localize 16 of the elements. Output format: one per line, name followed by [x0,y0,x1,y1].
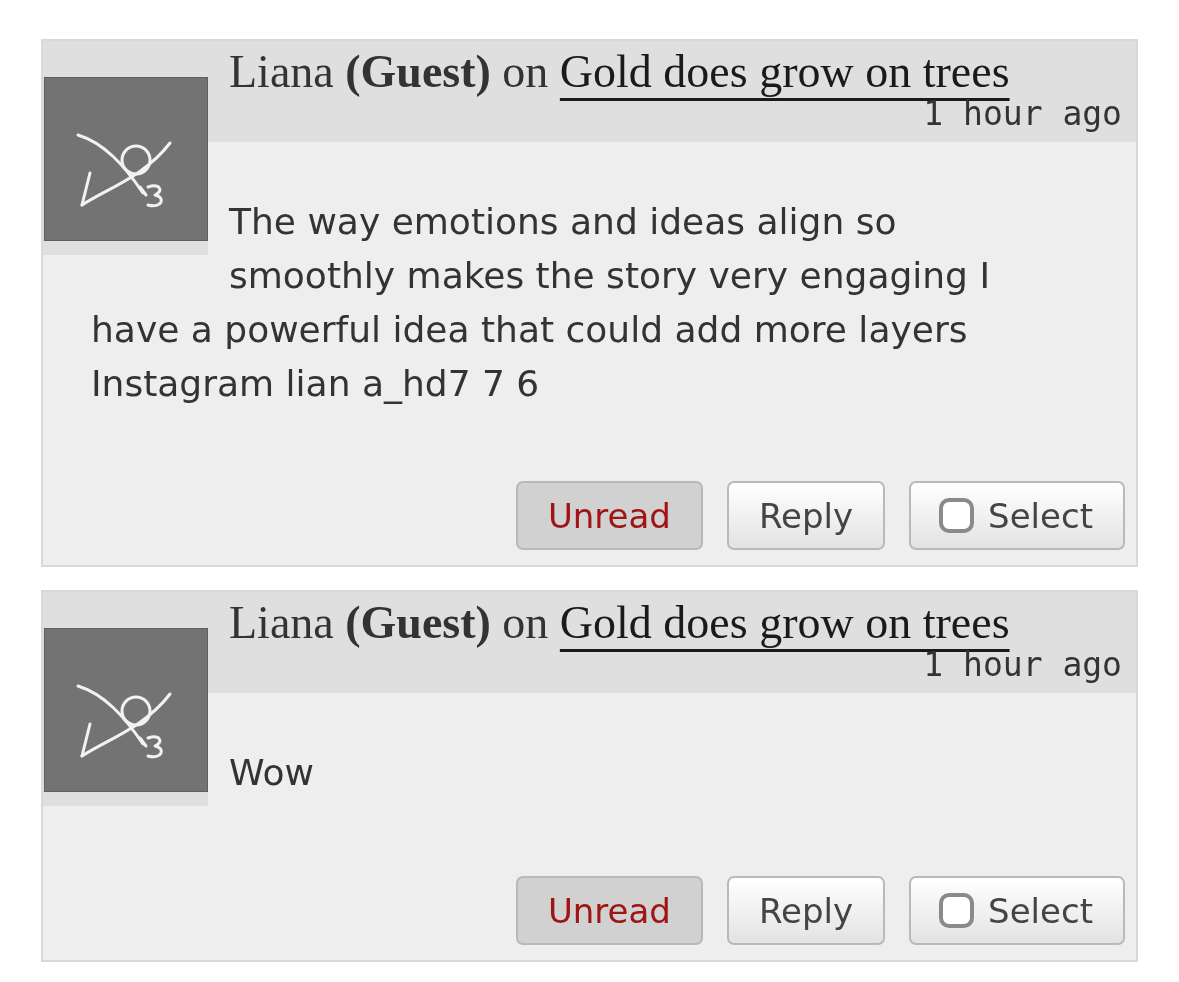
select-button[interactable]: Select [909,481,1125,550]
avatar-icon [44,77,208,241]
unread-toggle-button[interactable]: Unread [515,481,703,550]
timestamp: 1 hour ago [922,647,1122,683]
post-link[interactable]: Gold does grow on trees [559,597,1010,648]
timestamp: 1 hour ago [922,96,1122,132]
comment-text: Wow [228,751,315,795]
reply-button[interactable]: Reply [726,481,886,550]
post-link[interactable]: Gold does grow on trees [559,46,1010,97]
comment-byline: Liana (Guest) on Gold does grow on trees [228,46,1011,98]
unread-toggle-button[interactable]: Unread [515,876,703,945]
select-button[interactable]: Select [909,876,1125,945]
comment-byline: Liana (Guest) on Gold does grow on trees [228,597,1011,649]
comment-text: The way emotions and ideas align so smoothly makes the story very engaging I have a powerful idea that could add more layers Instagram lian a_hd7 7 6 [90,200,992,406]
avatar-icon [44,628,208,792]
reply-button[interactable]: Reply [726,876,886,945]
